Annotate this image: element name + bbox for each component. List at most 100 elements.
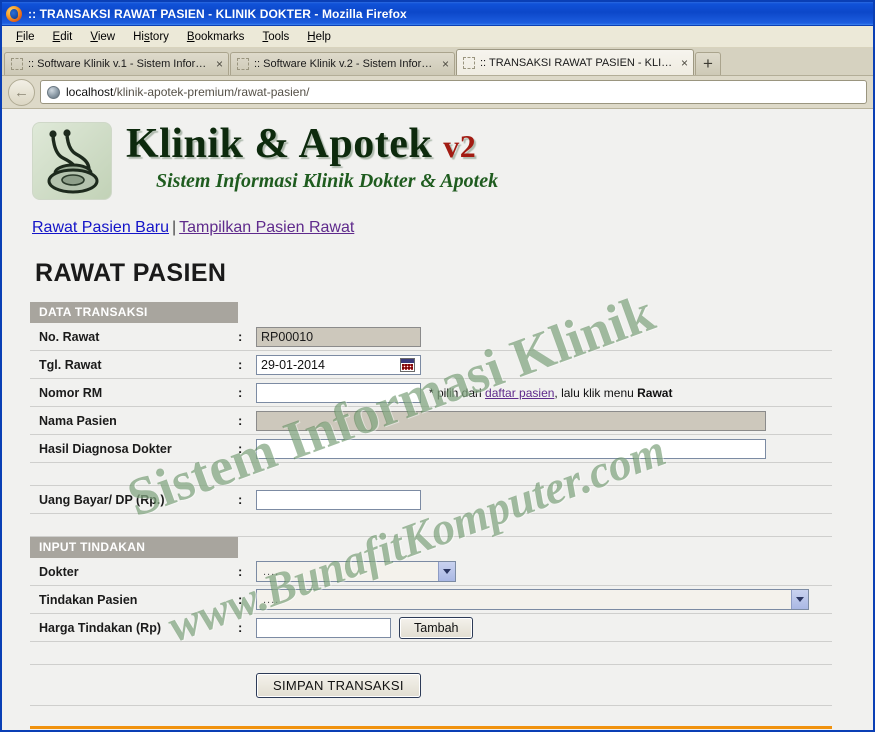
form-row-spacer-3: [30, 642, 832, 665]
form-row-submit: SIMPAN TRANSAKSI: [30, 665, 832, 706]
hint-middle: , lalu klik menu: [554, 385, 638, 400]
menu-rest-help: elp: [315, 30, 331, 43]
url-path: /klinik-apotek-premium/rawat-pasien/: [113, 85, 310, 99]
date-input-wrapper: [256, 354, 421, 375]
tab-software-klinik-v1[interactable]: :: Software Klinik v.1 - Sistem Informas…: [4, 52, 229, 75]
globe-icon: [47, 85, 60, 99]
menu-rest-history: istory: [141, 30, 169, 43]
form-row-spacer-2: [30, 514, 832, 537]
rawat-pasien-form: DATA TRANSAKSI No. Rawat : Tgl. Rawat :: [2, 302, 832, 706]
favicon-placeholder-icon: [11, 58, 23, 70]
section-filler: [238, 537, 832, 558]
form-row-dokter: Dokter : ....: [30, 558, 832, 586]
section-header-input-tindakan: INPUT TINDAKAN: [30, 537, 832, 558]
menu-rest-bookmarks: ookmarks: [194, 30, 245, 43]
menu-item-history[interactable]: History: [125, 29, 177, 45]
field-hasil-diagnosa: [256, 438, 832, 459]
menu-mnemonic-bookmarks: B: [186, 30, 195, 43]
input-tgl-rawat[interactable]: [256, 354, 421, 375]
site-header: Klinik & Apotek v2 Sistem Informasi Klin…: [2, 119, 873, 207]
tab-close-icon[interactable]: ×: [681, 57, 688, 69]
menu-item-bookmarks[interactable]: Bookmarks: [179, 29, 253, 45]
label-dokter: Dokter: [39, 564, 79, 579]
chevron-down-icon[interactable]: [791, 590, 808, 609]
page-title: RAWAT PASIEN: [35, 259, 227, 287]
menu-item-file[interactable]: File: [8, 29, 43, 45]
input-harga-tindakan[interactable]: [256, 617, 391, 638]
form-row-tgl-rawat: Tgl. Rawat :: [30, 351, 832, 379]
navigation-bar: ← localhost/klinik-apotek-premium/rawat-…: [2, 76, 873, 109]
tab-title: :: TRANSAKSI RAWAT PASIEN - KLINIK D...: [480, 56, 675, 69]
tab-close-icon[interactable]: ×: [216, 58, 223, 70]
field-dokter: ....: [256, 561, 832, 582]
menu-rest-file: ile: [23, 30, 35, 43]
menu-rest-view: iew: [97, 30, 116, 43]
tab-transaksi-rawat-pasien[interactable]: :: TRANSAKSI RAWAT PASIEN - KLINIK D... …: [456, 49, 694, 75]
tab-close-icon[interactable]: ×: [442, 58, 449, 70]
stethoscope-svg: [47, 129, 99, 194]
browser-window: :: TRANSAKSI RAWAT PASIEN - KLINIK DOKTE…: [0, 0, 875, 732]
calendar-icon[interactable]: [400, 357, 415, 372]
select-tindakan-pasien[interactable]: ....: [256, 589, 809, 610]
tambah-button[interactable]: Tambah: [399, 616, 474, 639]
link-daftar-pasien[interactable]: daftar pasien: [485, 386, 554, 400]
menu-mnemonic-view: V: [90, 30, 98, 43]
page-nav-links: Rawat Pasien Baru | Tampilkan Pasien Rawat: [2, 219, 873, 237]
brand-title: Klinik & Apotek v2: [126, 121, 498, 169]
brand-title-version: v2: [443, 128, 477, 164]
favicon-placeholder-icon: [237, 58, 249, 70]
nav-separator: |: [171, 219, 177, 236]
link-rawat-pasien-baru[interactable]: Rawat Pasien Baru: [32, 219, 169, 236]
form-row-hasil-diagnosa: Hasil Diagnosa Dokter :: [30, 435, 832, 463]
select-tindakan-value: ....: [263, 593, 280, 606]
tab-software-klinik-v2[interactable]: :: Software Klinik v.2 - Sistem Informas…: [230, 52, 455, 75]
input-uang-bayar[interactable]: [256, 489, 421, 510]
new-tab-button[interactable]: +: [695, 52, 721, 75]
field-nama-pasien: [256, 410, 832, 431]
colon-hasil-diagnosa: :: [238, 441, 243, 456]
chevron-down-icon[interactable]: [438, 562, 455, 581]
field-uang-bayar: [256, 489, 832, 510]
colon-nama-pasien: :: [238, 413, 243, 428]
colon-harga-tindakan: :: [238, 620, 243, 635]
section-header-data-transaksi: DATA TRANSAKSI: [30, 302, 832, 323]
address-bar[interactable]: localhost/klinik-apotek-premium/rawat-pa…: [40, 80, 867, 104]
link-tampilkan-pasien-rawat[interactable]: Tampilkan Pasien Rawat: [179, 219, 354, 236]
menu-bar: File Edit View History Bookmarks Tools H…: [2, 26, 873, 48]
favicon-placeholder-icon: [463, 56, 475, 69]
label-uang-bayar: Uang Bayar/ DP (Rp.): [39, 492, 165, 507]
menu-item-tools[interactable]: Tools: [254, 29, 297, 45]
menu-item-view[interactable]: View: [82, 29, 123, 45]
input-hasil-diagnosa[interactable]: [256, 438, 766, 459]
title-bar: :: TRANSAKSI RAWAT PASIEN - KLINIK DOKTE…: [2, 2, 873, 26]
tab-title: :: Software Klinik v.2 - Sistem Informas…: [254, 58, 436, 70]
label-harga-tindakan: Harga Tindakan (Rp): [39, 620, 162, 635]
tab-title: :: Software Klinik v.1 - Sistem Informas…: [28, 58, 210, 70]
label-nama-pasien: Nama Pasien: [39, 413, 117, 428]
input-no-rawat[interactable]: [256, 326, 421, 347]
label-hasil-diagnosa: Hasil Diagnosa Dokter: [39, 441, 172, 456]
label-no-rawat: No. Rawat: [39, 329, 100, 344]
brand-title-main: Klinik & Apotek: [126, 121, 433, 167]
brand-subtitle: Sistem Informasi Klinik Dokter & Apotek: [156, 170, 499, 192]
form-row-uang-bayar: Uang Bayar/ DP (Rp.) :: [30, 486, 832, 514]
menu-item-edit[interactable]: Edit: [45, 29, 81, 45]
field-no-rawat: [256, 326, 832, 347]
input-nomor-rm[interactable]: [256, 382, 421, 403]
url-host: localhost: [66, 85, 114, 99]
colon-no-rawat: :: [238, 329, 243, 344]
window-title: :: TRANSAKSI RAWAT PASIEN - KLINIK DOKTE…: [28, 6, 407, 21]
form-row-spacer-1: [30, 463, 832, 486]
select-dokter[interactable]: ....: [256, 561, 456, 582]
colon-uang-bayar: :: [238, 492, 243, 507]
form-row-nama-pasien: Nama Pasien :: [30, 407, 832, 435]
back-arrow-icon[interactable]: ←: [8, 78, 35, 106]
menu-item-help[interactable]: Help: [299, 29, 339, 45]
colon-tindakan-pasien: :: [238, 592, 243, 607]
form-row-tindakan-pasien: Tindakan Pasien : ....: [30, 586, 832, 614]
input-nama-pasien[interactable]: [256, 410, 766, 431]
field-nomor-rm: * pilih dari daftar pasien, lalu klik me…: [256, 382, 832, 403]
label-nomor-rm: Nomor RM: [39, 385, 103, 400]
section-label: DATA TRANSAKSI: [30, 302, 238, 323]
simpan-transaksi-button[interactable]: SIMPAN TRANSAKSI: [256, 672, 421, 698]
